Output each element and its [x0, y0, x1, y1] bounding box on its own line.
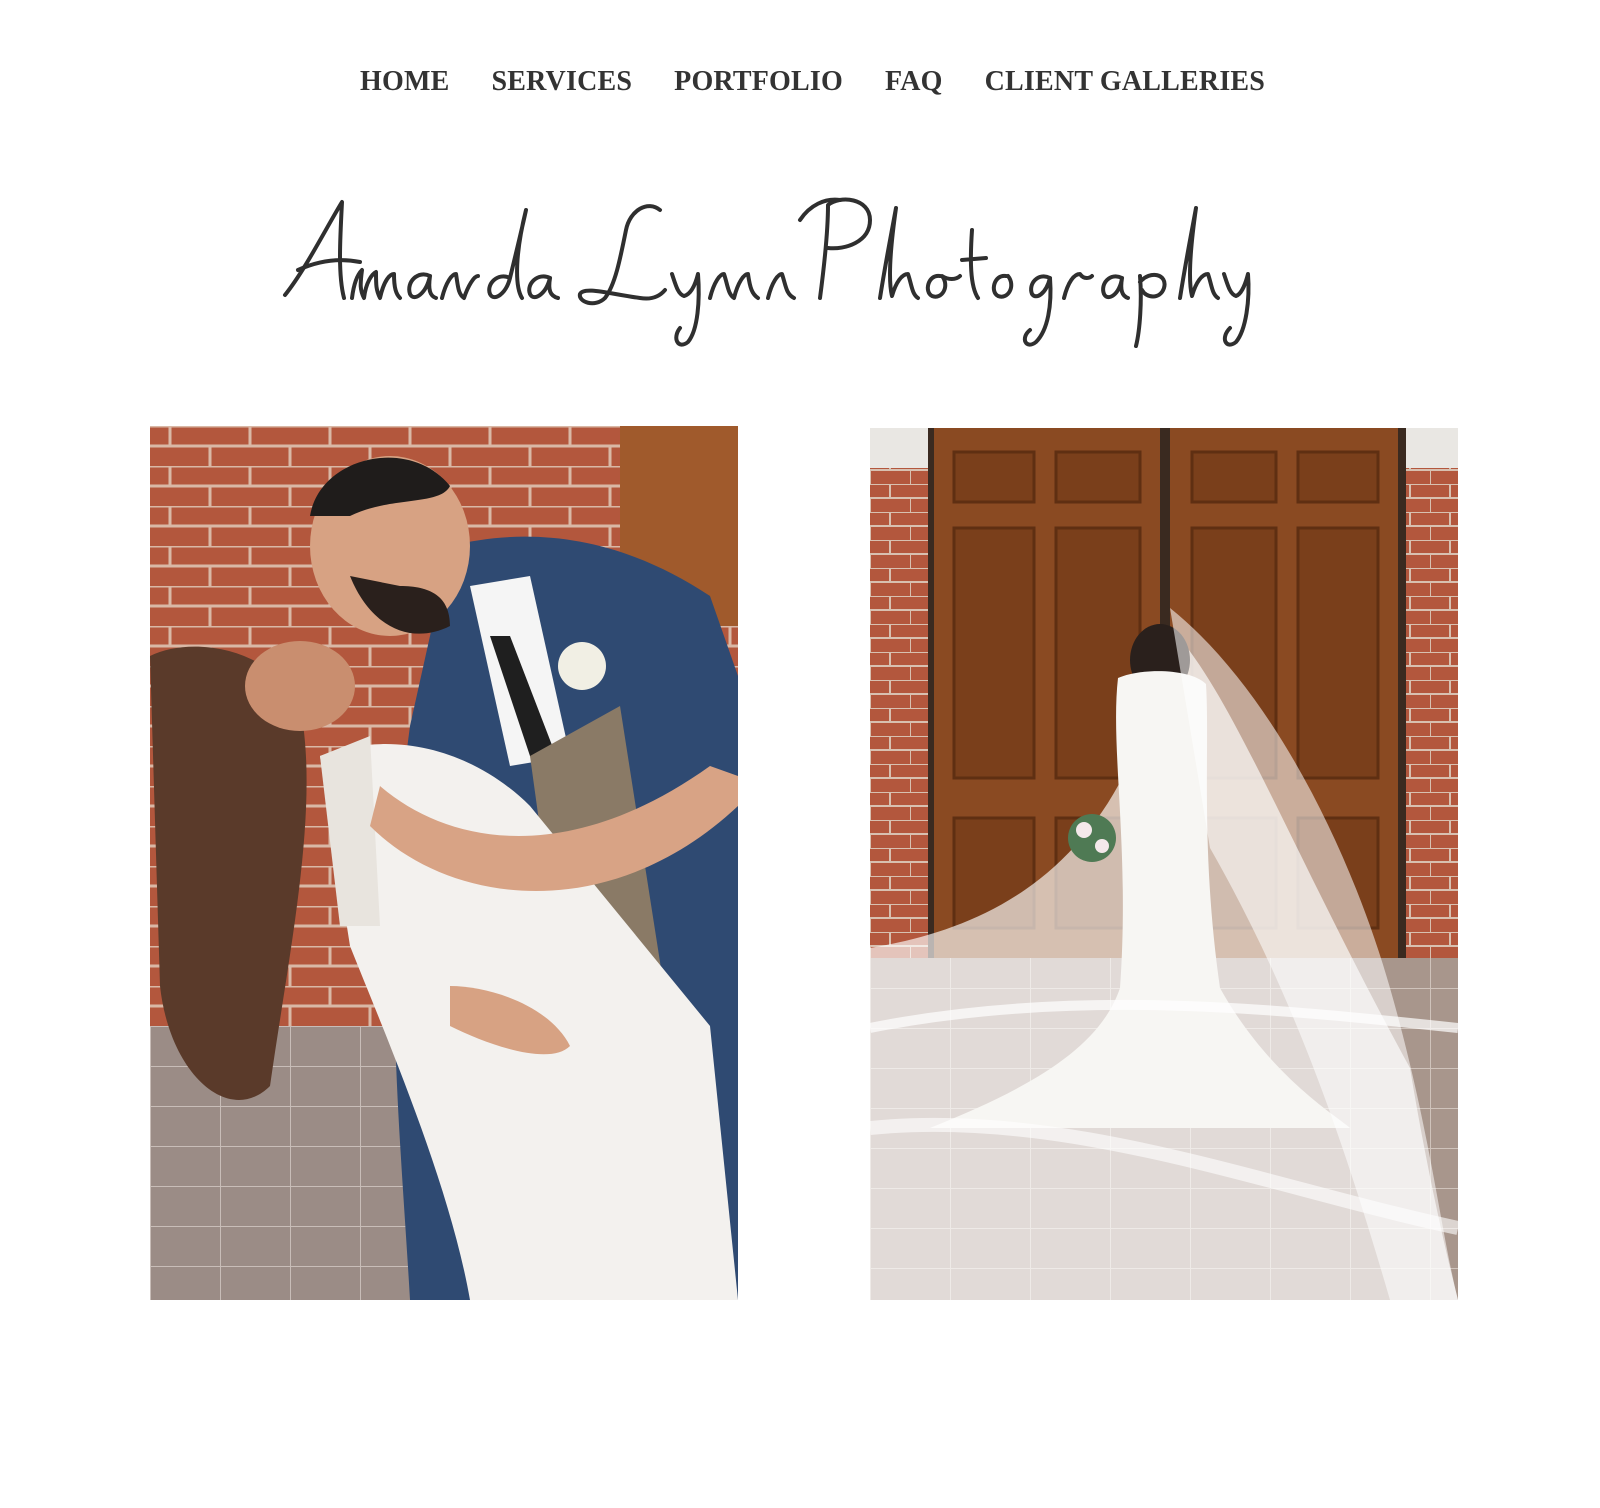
nav-home-link[interactable]: HOME — [360, 62, 449, 102]
nav-portfolio-link[interactable]: PORTFOLIO — [674, 62, 843, 102]
wedding-couple-kiss-photo — [150, 426, 738, 1300]
main-navigation: HOME SERVICES PORTFOLIO FAQ CLIENT GALLE… — [0, 62, 1600, 102]
nav-faq-link[interactable]: FAQ — [885, 62, 943, 102]
nav-client-galleries-link[interactable]: CLIENT GALLERIES — [985, 62, 1265, 102]
site-logo[interactable] — [280, 190, 1260, 360]
bride-veil-photo — [870, 428, 1458, 1300]
nav-services-link[interactable]: SERVICES — [491, 62, 632, 102]
